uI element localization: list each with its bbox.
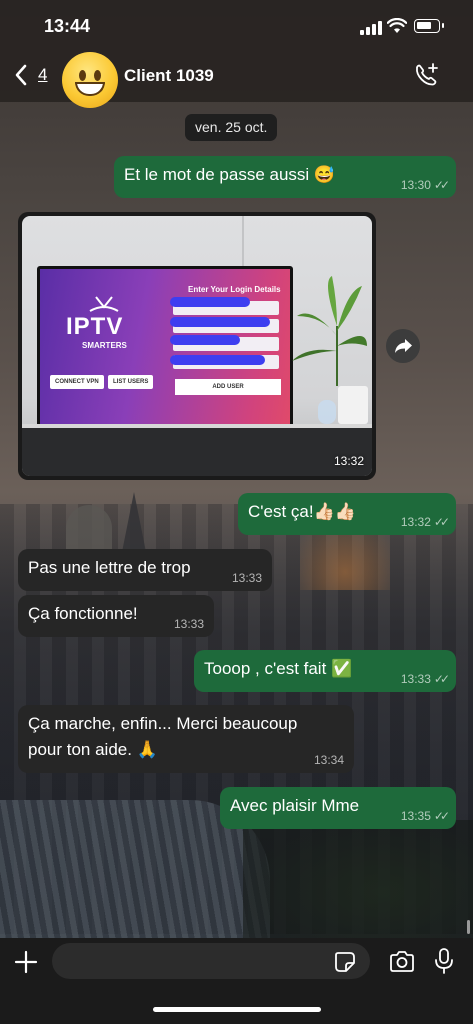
message-meta: 13:32 ✓✓ xyxy=(400,515,450,529)
read-ticks-icon: ✓✓ xyxy=(433,809,450,823)
message-meta: 13:33 ✓✓ xyxy=(400,672,450,686)
message-time: 13:32 xyxy=(400,515,431,529)
cellular-signal-icon xyxy=(360,21,382,35)
message-bubble-out[interactable]: Avec plaisir Mme 13:35 ✓✓ xyxy=(220,787,456,829)
sticker-icon[interactable] xyxy=(334,951,356,973)
message-meta: 13:33 xyxy=(232,571,262,585)
chevron-left-icon[interactable] xyxy=(14,64,28,86)
message-time: 13:33 xyxy=(173,617,204,631)
message-time: 13:33 xyxy=(231,571,262,585)
phone-plus-icon[interactable] xyxy=(412,62,440,90)
photo-connect-vpn: CONNECT VPN xyxy=(50,375,104,389)
wifi-icon xyxy=(387,18,407,33)
message-meta: 13:35 ✓✓ xyxy=(400,809,450,823)
read-ticks-icon: ✓✓ xyxy=(433,178,450,192)
wallpaper-dome xyxy=(66,505,112,551)
message-meta: 13:30 ✓✓ xyxy=(400,178,450,192)
message-time: 13:33 xyxy=(400,672,431,686)
message-text: Et le mot de passe aussi 😅 xyxy=(124,165,336,184)
contact-avatar[interactable] xyxy=(62,52,118,108)
status-time: 13:44 xyxy=(44,16,91,36)
plus-icon[interactable] xyxy=(14,950,38,974)
wallpaper-trees xyxy=(243,820,473,940)
camera-icon[interactable] xyxy=(388,950,416,974)
message-meta: 13:33 xyxy=(174,617,204,631)
message-bubble-in[interactable]: Ça marche, enfin... Merci beaucoup pour … xyxy=(18,705,354,773)
message-input[interactable] xyxy=(52,943,370,979)
photo-plant xyxy=(292,276,367,386)
home-indicator[interactable] xyxy=(153,1007,321,1012)
unread-back-count[interactable]: 4 xyxy=(38,65,47,85)
message-text-line: Ça marche, enfin... Merci beaucoup xyxy=(28,714,298,733)
read-ticks-icon: ✓✓ xyxy=(433,515,450,529)
photo-list-users: LIST USERS xyxy=(108,375,154,389)
iptv-logo: IPTV SMARTERS xyxy=(60,295,150,355)
message-time: 13:30 xyxy=(400,178,431,192)
forward-arrow-icon[interactable] xyxy=(386,329,420,363)
image-message[interactable]: IPTV SMARTERS Enter Your Login Details C… xyxy=(18,212,376,480)
message-text-line: pour ton aide. 🙏 xyxy=(28,740,158,759)
message-bubble-out[interactable]: Tooop , c'est fait ✅ 13:33 ✓✓ xyxy=(194,650,456,692)
message-photo[interactable]: IPTV SMARTERS Enter Your Login Details C… xyxy=(22,216,372,476)
message-bubble-out[interactable]: Et le mot de passe aussi 😅 13:30 ✓✓ xyxy=(114,156,456,198)
message-meta: 13:34 xyxy=(314,753,344,767)
message-bubble-out[interactable]: C'est ça!👍🏻👍🏻 13:32 ✓✓ xyxy=(238,493,456,535)
photo-add-user: ADD USER xyxy=(175,379,281,395)
date-chip: ven. 25 oct. xyxy=(185,114,278,141)
status-bar: 13:44 xyxy=(0,0,473,50)
battery-icon xyxy=(414,19,444,33)
contact-name[interactable]: Client 1039 xyxy=(124,66,214,86)
message-time: 13:34 xyxy=(313,753,344,767)
message-bubble-in[interactable]: Pas une lettre de trop 13:33 xyxy=(18,549,272,591)
photo-login-title: Enter Your Login Details xyxy=(188,285,281,294)
read-ticks-icon: ✓✓ xyxy=(433,672,450,686)
message-text: Pas une lettre de trop xyxy=(28,558,191,577)
message-bubble-in[interactable]: Ça fonctionne! 13:33 xyxy=(18,595,214,637)
message-time: 13:32 xyxy=(333,454,364,468)
scroll-indicator[interactable] xyxy=(467,920,470,934)
wallpaper-spire xyxy=(122,492,146,552)
message-time: 13:35 xyxy=(400,809,431,823)
photo-tv: IPTV SMARTERS Enter Your Login Details C… xyxy=(37,266,293,428)
chat-header: 4 Client 1039 xyxy=(0,50,473,108)
microphone-icon[interactable] xyxy=(432,947,456,975)
